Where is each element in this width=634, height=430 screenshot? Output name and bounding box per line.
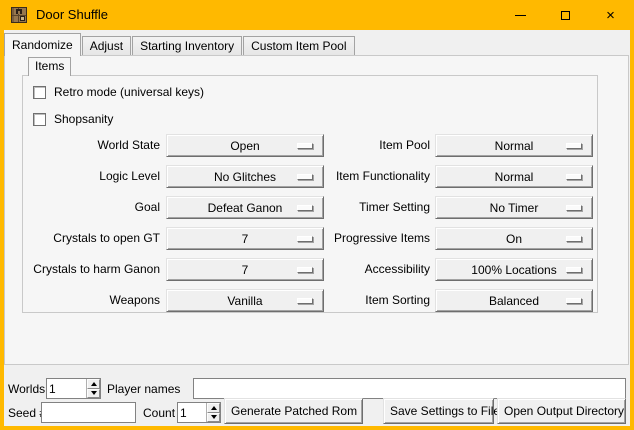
worlds-label: Worlds [8,382,45,396]
checkbox-box[interactable] [33,86,46,99]
tab-starting-inventory[interactable]: Starting Inventory [132,36,242,55]
maximize-icon [561,11,570,20]
player-names-input[interactable] [193,378,626,399]
world-state-label: World State [22,134,160,157]
count-down-button[interactable] [207,413,220,423]
dropdown-indicator [566,205,582,211]
dropdown-indicator [297,205,313,211]
up-arrow-icon [91,382,97,386]
dropdown-indicator [297,174,313,180]
dropdown-indicator [566,143,582,149]
generate-patched-rom-button[interactable]: Generate Patched Rom [224,398,363,424]
dropdown-indicator [297,236,313,242]
worlds-spin-buttons [86,379,100,398]
primary-tab-bar: Randomize Adjust Starting Inventory Cust… [4,33,356,55]
item-pool-label: Item Pool [330,134,430,157]
timer-setting-label: Timer Setting [330,196,430,219]
logic-level-dropdown[interactable]: No Glitches [166,165,324,188]
accessibility-label: Accessibility [330,258,430,281]
world-state-dropdown[interactable]: Open [166,134,324,157]
shopsanity-checkbox[interactable]: Shopsanity [33,112,113,126]
down-arrow-icon [211,415,217,419]
count-spinbox[interactable] [177,402,221,423]
crystals-open-gt-label: Crystals to open GT [22,227,160,250]
count-label: Count [143,406,175,420]
tab-randomize[interactable]: Randomize [4,33,81,56]
dropdown-indicator [297,143,313,149]
dropdown-indicator [566,236,582,242]
tab-adjust[interactable]: Adjust [82,36,131,55]
titlebar[interactable]: Door Shuffle × [0,0,634,30]
worlds-input[interactable] [47,379,86,398]
dropdown-indicator [297,298,313,304]
down-arrow-icon [91,391,97,395]
item-sorting-label: Item Sorting [330,289,430,312]
minimize-button[interactable] [498,0,543,30]
weapons-label: Weapons [22,289,160,312]
crystals-harm-ganon-dropdown[interactable]: 7 [166,258,324,281]
weapons-dropdown[interactable]: Vanilla [166,289,324,312]
progressive-items-label: Progressive Items [330,227,430,250]
checkbox-box[interactable] [33,113,46,126]
dropdown-indicator [566,174,582,180]
crystals-harm-ganon-label: Crystals to harm Ganon [22,258,160,281]
tab-custom-item-pool[interactable]: Custom Item Pool [243,36,354,55]
close-button[interactable]: × [588,0,633,30]
progressive-items-dropdown[interactable]: On [435,227,593,250]
worlds-down-button[interactable] [87,389,100,399]
minimize-icon [515,15,526,16]
crystals-open-gt-dropdown[interactable]: 7 [166,227,324,250]
count-input[interactable] [178,403,206,422]
tab-items[interactable]: Items [28,57,71,76]
worlds-spinbox[interactable] [46,378,101,399]
dropdown-indicator [297,267,313,273]
retro-mode-checkbox[interactable]: Retro mode (universal keys) [33,85,204,99]
goal-dropdown[interactable]: Defeat Ganon [166,196,324,219]
seed-input[interactable] [41,402,136,423]
door-pixel-icon [11,7,27,23]
open-output-directory-button[interactable]: Open Output Directory [497,398,626,424]
worlds-up-button[interactable] [87,379,100,389]
item-pool-dropdown[interactable]: Normal [435,134,593,157]
checkbox-label: Retro mode (universal keys) [54,85,204,99]
door-shuffle-window: Door Shuffle × Randomize Adjust Starting… [0,0,634,430]
accessibility-dropdown[interactable]: 100% Locations [435,258,593,281]
item-functionality-dropdown[interactable]: Normal [435,165,593,188]
timer-setting-dropdown[interactable]: No Timer [435,196,593,219]
count-up-button[interactable] [207,403,220,413]
count-spin-buttons [206,403,220,422]
maximize-button[interactable] [543,0,588,30]
player-names-label: Player names [107,382,180,396]
checkbox-label: Shopsanity [54,112,113,126]
close-icon: × [606,8,615,23]
window-title: Door Shuffle [36,7,108,22]
up-arrow-icon [211,406,217,410]
item-functionality-label: Item Functionality [330,165,430,188]
logic-level-label: Logic Level [22,165,160,188]
dropdown-indicator [566,298,582,304]
dropdown-indicator [566,267,582,273]
item-sorting-dropdown[interactable]: Balanced [435,289,593,312]
goal-label: Goal [22,196,160,219]
save-settings-button[interactable]: Save Settings to File [383,398,494,424]
